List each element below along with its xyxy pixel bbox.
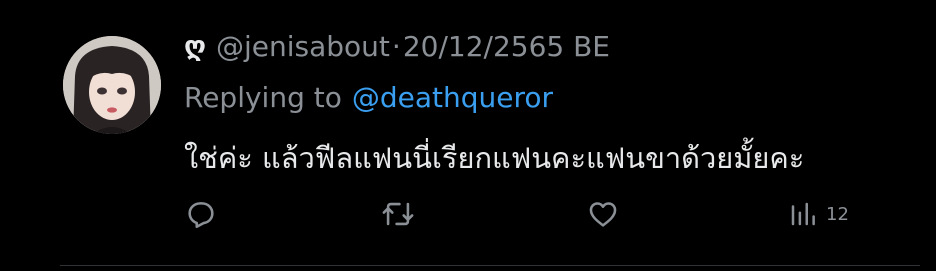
like-button[interactable]	[586, 196, 620, 232]
replying-to: Replying to @deathqueror	[184, 77, 553, 117]
tweet-actions: 12	[184, 196, 884, 232]
reply-icon	[184, 197, 218, 231]
replying-to-mention[interactable]: @deathqueror	[352, 81, 553, 114]
retweet-button[interactable]	[380, 196, 416, 232]
heart-icon	[586, 197, 620, 231]
replying-to-label: Replying to	[184, 80, 342, 114]
tweet-card[interactable]: ღ @jenisabout · 20/12/2565 BE Replying t…	[60, 0, 920, 266]
reply-button[interactable]	[184, 196, 218, 232]
tweet-date[interactable]: 20/12/2565 BE	[403, 30, 610, 63]
tweet-header: ღ @jenisabout · 20/12/2565 BE	[184, 28, 610, 64]
views-icon	[788, 197, 818, 231]
views-count: 12	[826, 203, 849, 225]
tweet-text: ใช่ค่ะ แล้วฟีลแฟนนี่เรียกแฟนคะแฟนขาด้วยม…	[184, 141, 805, 175]
display-name[interactable]: ღ	[184, 31, 206, 62]
separator-dot: ·	[391, 29, 401, 63]
avatar-image	[63, 36, 161, 134]
retweet-icon	[380, 197, 416, 231]
user-handle[interactable]: @jenisabout	[216, 30, 390, 63]
avatar[interactable]	[63, 36, 161, 134]
views-button[interactable]: 12	[788, 196, 849, 232]
